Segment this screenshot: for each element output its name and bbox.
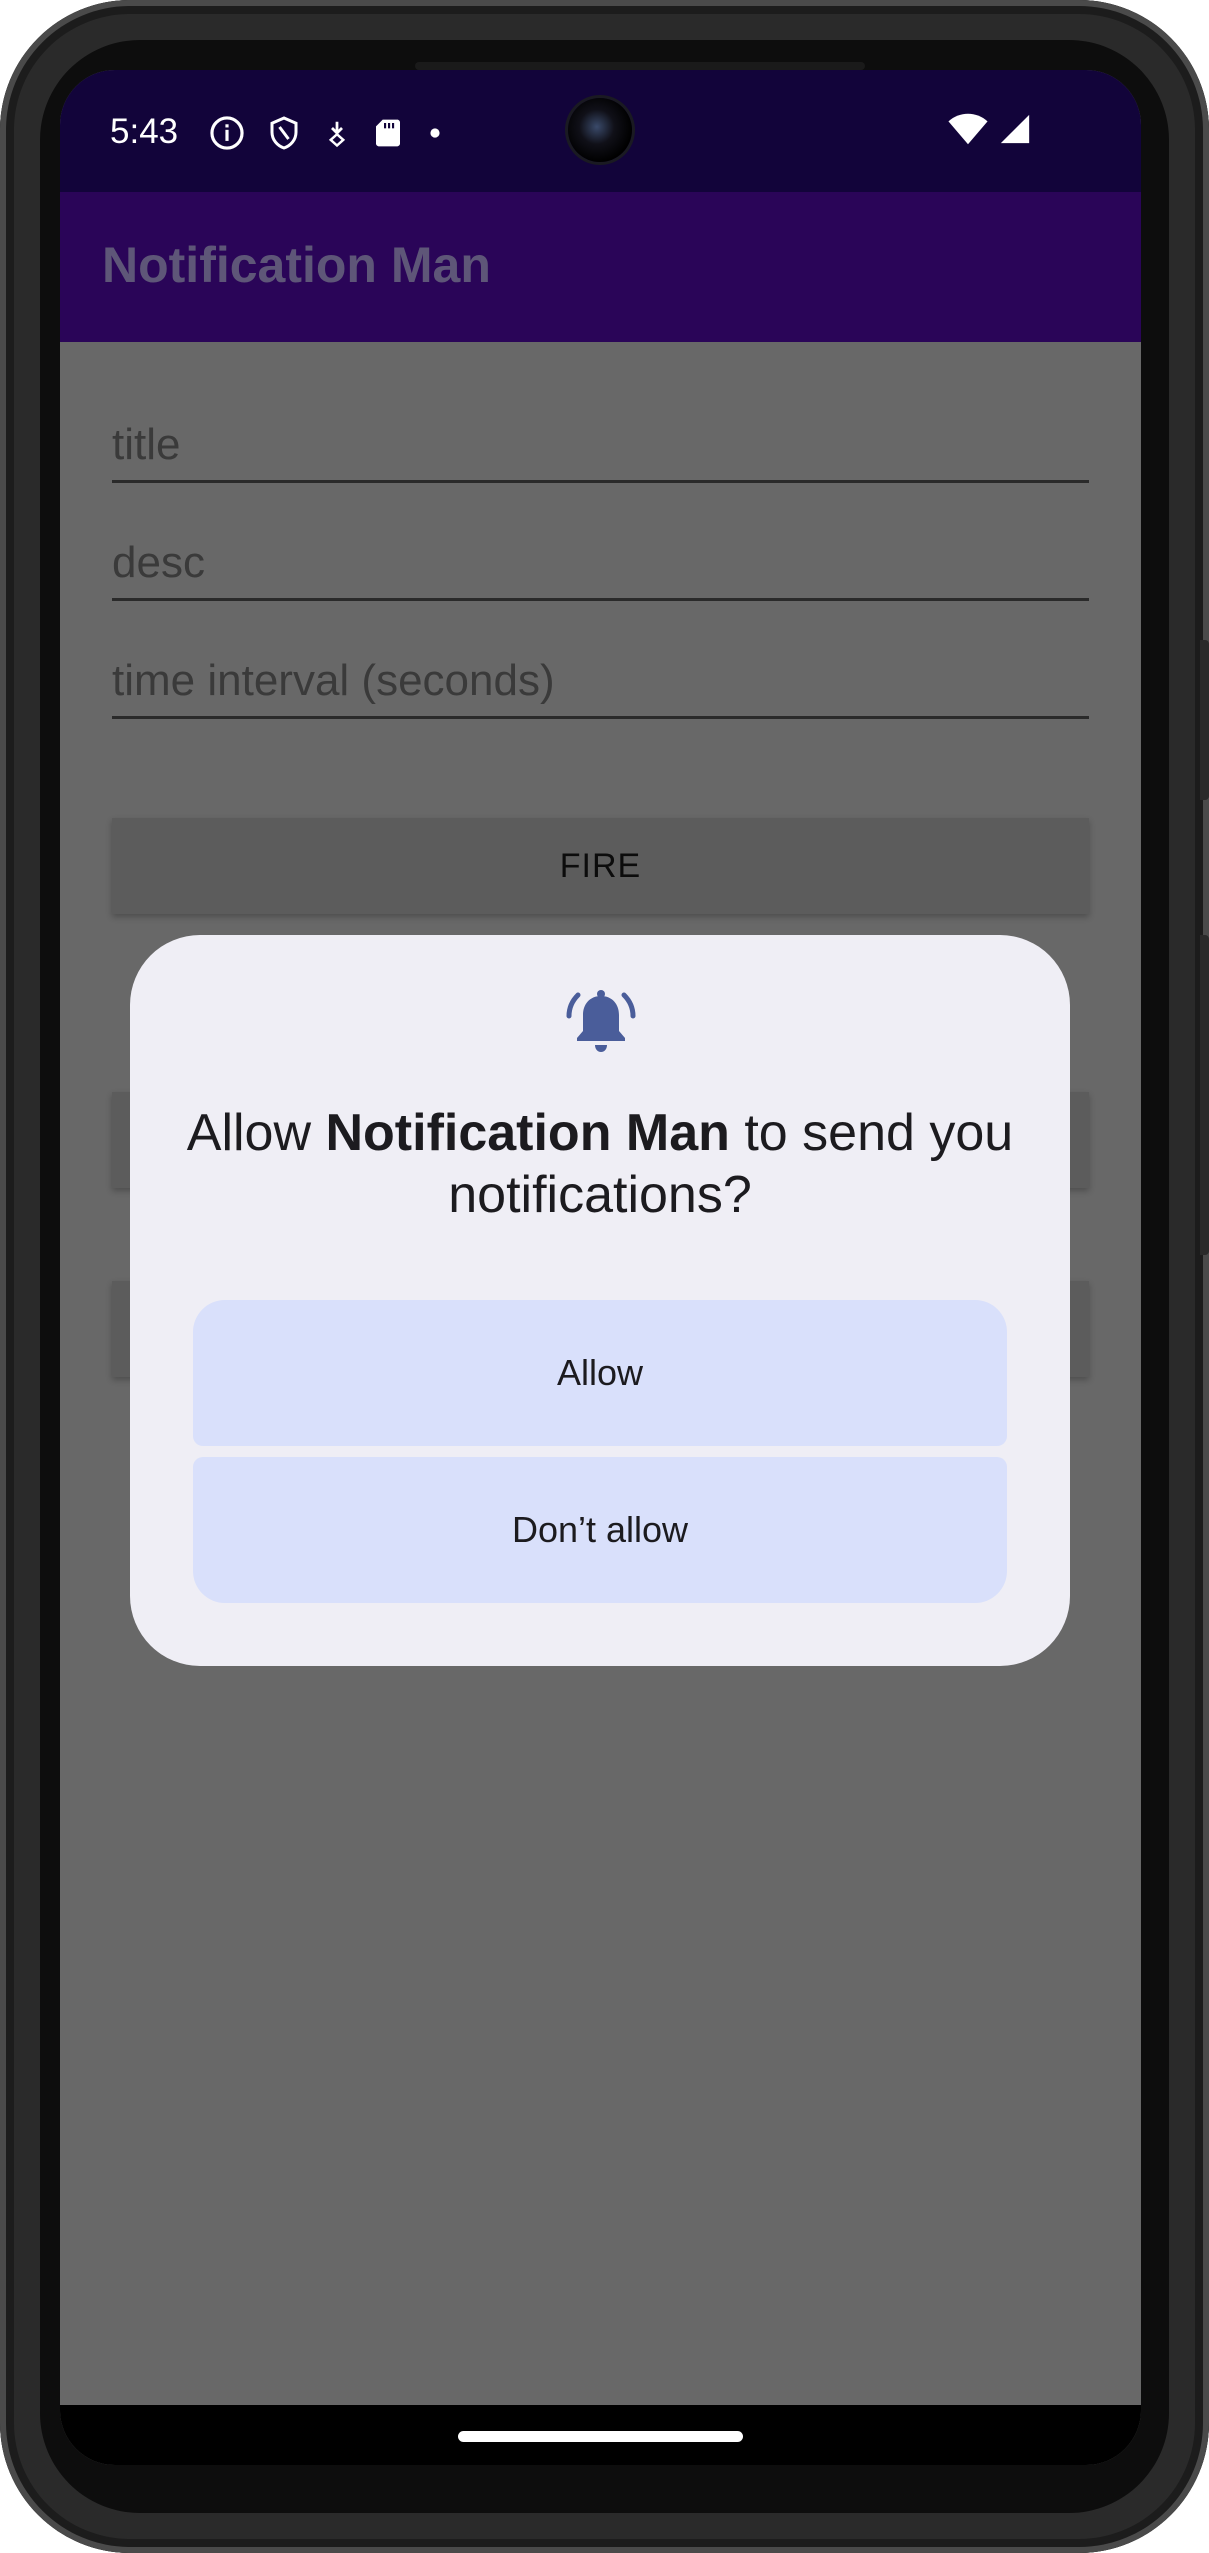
dialog-title-prefix: Allow [186, 1104, 326, 1162]
home-gesture-handle[interactable] [458, 2431, 743, 2442]
desc-input-placeholder: desc [112, 538, 205, 587]
shield-icon [266, 114, 302, 152]
front-camera [568, 98, 632, 162]
fire-button[interactable]: FIRE [112, 818, 1089, 914]
title-input[interactable]: title [112, 403, 1089, 483]
phone-frame: 5:43 Notification Man title desc time in… [0, 0, 1209, 2553]
volume-button [1200, 935, 1209, 1255]
time-interval-input[interactable]: time interval (seconds) [112, 639, 1089, 719]
bell-icon [566, 987, 636, 1066]
title-input-placeholder: title [112, 420, 181, 469]
info-icon [208, 114, 246, 152]
app-bar: Notification Man [60, 192, 1141, 342]
signal-icon [997, 112, 1033, 151]
dot-icon [424, 122, 446, 144]
notification-permission-dialog: Allow Notification Man to send you notif… [130, 935, 1070, 1666]
dont-allow-button[interactable]: Don’t allow [193, 1457, 1007, 1603]
status-bar: 5:43 [60, 70, 1141, 192]
time-interval-placeholder: time interval (seconds) [112, 656, 555, 705]
app-title: Notification Man [102, 237, 491, 293]
dialog-title: Allow Notification Man to send you notif… [170, 1102, 1030, 1226]
screen: 5:43 Notification Man title desc time in… [60, 70, 1141, 2465]
dialog-app-name: Notification Man [325, 1104, 730, 1162]
status-system-icons [947, 112, 1033, 151]
wifi-icon [947, 112, 989, 151]
earpiece-speaker [415, 62, 865, 70]
status-time: 5:43 [110, 112, 179, 151]
allow-button[interactable]: Allow [193, 1300, 1007, 1446]
status-notification-icons [208, 114, 446, 152]
sd-card-icon [372, 115, 404, 151]
download-icon [322, 116, 352, 150]
desc-input[interactable]: desc [112, 521, 1089, 601]
power-button [1200, 640, 1209, 800]
